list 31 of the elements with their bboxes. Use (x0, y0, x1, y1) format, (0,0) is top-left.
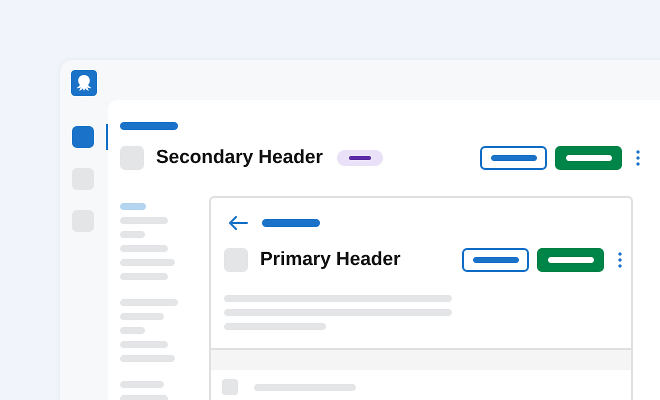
nav-link-placeholder[interactable] (120, 203, 146, 210)
nav-link-placeholder[interactable] (120, 217, 168, 224)
breadcrumb-placeholder[interactable] (262, 219, 320, 227)
card-title: Primary Header (260, 249, 400, 271)
more-menu-icon[interactable] (636, 150, 640, 166)
more-menu-icon[interactable] (618, 252, 622, 268)
page-title: Secondary Header (156, 147, 323, 169)
nav-link-placeholder[interactable] (120, 299, 178, 306)
primary-button[interactable] (555, 146, 622, 170)
nav-link-placeholder[interactable] (120, 341, 168, 348)
image-placeholder (120, 146, 144, 170)
nav-link-placeholder[interactable] (120, 395, 168, 400)
app-logo-icon (71, 70, 97, 96)
nav-link-placeholder[interactable] (120, 245, 168, 252)
nav-link-placeholder[interactable] (120, 231, 145, 238)
nav-link-placeholder[interactable] (120, 313, 164, 320)
nav-link-placeholder[interactable] (120, 273, 168, 280)
secondary-button[interactable] (462, 248, 529, 272)
breadcrumb-placeholder[interactable] (120, 122, 178, 130)
nav-link-placeholder[interactable] (120, 355, 175, 362)
image-placeholder (224, 248, 248, 272)
primary-button[interactable] (537, 248, 604, 272)
secondary-button[interactable] (480, 146, 547, 170)
nav-link-placeholder[interactable] (120, 327, 145, 334)
nav-link-placeholder[interactable] (120, 381, 164, 388)
status-badge (336, 150, 383, 166)
nav-link-placeholder[interactable] (120, 259, 175, 266)
back-arrow-icon[interactable] (228, 216, 248, 230)
checkbox-placeholder[interactable] (222, 379, 238, 395)
nav-item[interactable] (72, 126, 94, 148)
selection-indicator (106, 124, 108, 150)
